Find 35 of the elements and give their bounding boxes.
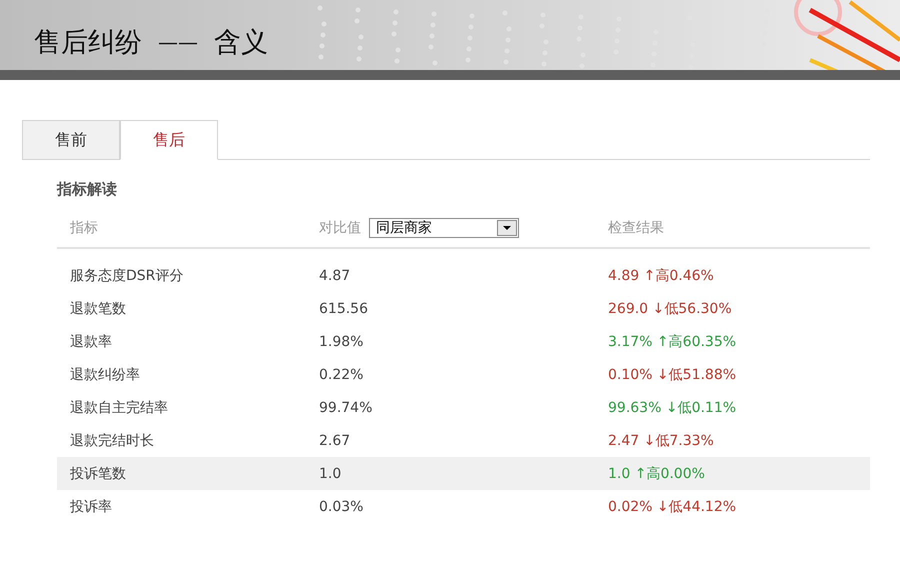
metric-name: 退款纠纷率: [69, 366, 141, 384]
metric-name: 退款完结时长: [69, 432, 155, 450]
metric-name: 投诉率: [69, 498, 113, 516]
check-result: 99.63% ↓低0.11%: [608, 398, 736, 416]
compare-value: 4.87: [319, 268, 352, 284]
check-result: 0.02% ↓低44.12%: [608, 498, 736, 516]
metric-name: 退款笔数: [69, 300, 127, 318]
check-result: 0.10% ↓低51.88%: [608, 366, 736, 384]
column-header: 指标: [69, 219, 99, 237]
metric-name: 投诉笔数: [69, 464, 127, 482]
compare-value: 2.67: [319, 432, 352, 448]
metric-name: 服务态度DSR评分: [69, 266, 184, 284]
compare-value: 1.98%: [319, 334, 364, 350]
check-result: 4.89 ↑高0.46%: [608, 266, 714, 284]
title-separator: ——: [158, 30, 198, 54]
caret-icon: [497, 220, 517, 236]
compare-value: 0.03%: [319, 498, 364, 514]
compare-dropdown[interactable]: 同层商家: [369, 218, 519, 238]
check-result: 3.17% ↑高60.35%: [608, 332, 736, 350]
column-header: 对比值: [319, 219, 361, 237]
compare-value: 615.56: [319, 300, 369, 316]
tab[interactable]: 售后: [120, 120, 218, 160]
page-subtitle: 含义: [214, 26, 268, 60]
check-result: 1.0 ↑高0.00%: [608, 464, 705, 482]
compare-value: 0.22%: [319, 366, 364, 382]
metric-name: 退款率: [69, 332, 113, 350]
column-header: 检查结果: [608, 219, 664, 237]
check-result: 269.0 ↓低56.30%: [608, 300, 732, 318]
check-result: 2.47 ↓低7.33%: [608, 432, 714, 450]
tab[interactable]: 售前: [22, 120, 120, 160]
metric-name: 退款自主完结率: [69, 398, 169, 416]
section-title: 指标解读: [57, 180, 118, 199]
page-title: 售后纠纷: [34, 26, 142, 60]
compare-value: 1.0: [319, 466, 342, 482]
compare-value: 99.74%: [319, 400, 374, 416]
